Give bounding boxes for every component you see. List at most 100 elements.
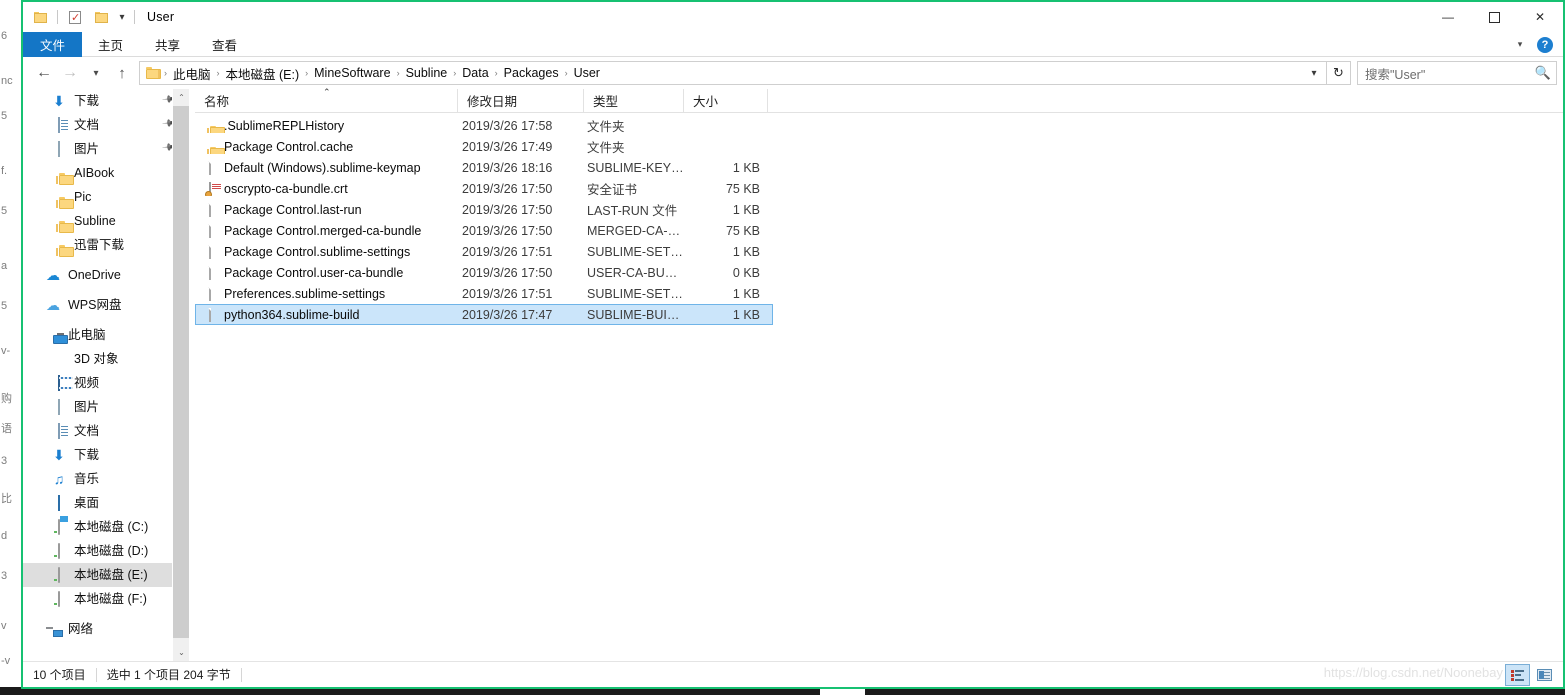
tab-view[interactable]: 查看 [196, 32, 253, 57]
tab-home[interactable]: 主页 [82, 32, 139, 57]
table-row[interactable]: Package Control.last-run 2019/3/26 17:50 L… [195, 199, 773, 220]
scroll-down-icon[interactable]: ⌄ [173, 644, 189, 661]
chevron-down-icon[interactable]: ▾ [1304, 68, 1324, 79]
new-folder-icon[interactable] [88, 5, 114, 29]
file-type-cell: SUBLIME-KEYM... [587, 160, 686, 175]
sidebar-item-2[interactable]: 图片 📌 [23, 137, 189, 161]
table-row[interactable]: Package Control.cache 2019/3/26 17:49 文件夹 [195, 136, 773, 157]
sidebar-item-13[interactable]: 文档 [23, 419, 189, 443]
sidebar-item-9[interactable]: 此电脑 [23, 323, 189, 347]
sidebar-item-10[interactable]: 3D 对象 [23, 347, 189, 371]
sidebar-item-4[interactable]: Pic [23, 185, 189, 209]
tab-file[interactable]: 文件 [23, 32, 83, 57]
sidebar-item-label: OneDrive [68, 267, 121, 282]
breadcrumb-separator[interactable]: › [303, 68, 310, 78]
sidebar-item-20[interactable]: 本地磁盘 (F:) [23, 587, 189, 611]
maximize-button[interactable] [1471, 2, 1517, 32]
sidebar-item-label: 文档 [74, 117, 100, 132]
breadcrumb-separator: › [164, 68, 167, 78]
background-text-fragment: a [1, 260, 8, 272]
sidebar-item-12[interactable]: 图片 [23, 395, 189, 419]
sidebar-item-18[interactable]: 本地磁盘 (D:) [23, 539, 189, 563]
breadcrumb-item-minesoftware[interactable]: MineSoftware [310, 63, 394, 83]
search-box[interactable]: 搜索"User" 🔍 [1357, 61, 1557, 85]
breadcrumb-item-drive-e[interactable]: 本地磁盘 (E:) [222, 63, 304, 83]
sidebar-item-14[interactable]: ⬇ 下载 [23, 443, 189, 467]
recent-locations-button[interactable]: ▾ [83, 61, 109, 85]
scroll-up-icon[interactable]: ⌃ [173, 89, 189, 106]
breadcrumb-item-user[interactable]: User [570, 63, 604, 83]
sidebar-item-1[interactable]: 文档 📌 [23, 113, 189, 137]
table-row[interactable]: Package Control.merged-ca-bundle 2019/3/2… [195, 220, 773, 241]
help-icon[interactable]: ? [1537, 36, 1553, 53]
sidebar-item-17[interactable]: 本地磁盘 (C:) [23, 515, 189, 539]
background-text-fragment: v [1, 620, 7, 632]
sidebar-item-21[interactable]: 网络 [23, 617, 189, 641]
drive-icon [54, 543, 60, 559]
music-icon: ♫ [49, 470, 69, 488]
onedrive-icon: ☁ [46, 266, 60, 283]
breadcrumb-separator[interactable]: › [563, 68, 570, 78]
sidebar-item-16[interactable]: 桌面 [23, 491, 189, 515]
sidebar-item-6[interactable]: 迅雷下载 [23, 233, 189, 257]
file-type-cell: SUBLIME-SETTI... [587, 244, 686, 259]
breadcrumb-separator[interactable]: › [493, 68, 500, 78]
ribbon-right-controls: ▾ ? [1511, 32, 1559, 57]
column-header-date[interactable]: 修改日期 [458, 89, 584, 112]
table-row[interactable]: oscrypto-ca-bundle.crt 2019/3/26 17:50 安全证… [195, 178, 773, 199]
details-view-button[interactable] [1505, 664, 1530, 686]
forward-button[interactable]: → [57, 61, 83, 85]
up-button[interactable]: ↑ [109, 61, 135, 85]
table-row[interactable]: python364.sublime-build 2019/3/26 17:47 SU… [195, 304, 773, 325]
refresh-button[interactable]: ↻ [1327, 61, 1351, 85]
chevron-down-icon[interactable]: ▾ [1511, 39, 1529, 50]
sidebar-item-19[interactable]: 本地磁盘 (E:) [23, 563, 189, 587]
search-icon[interactable]: 🔍 [1534, 65, 1552, 81]
navigation-scrollbar[interactable]: ⌃ ⌄ [172, 89, 189, 661]
column-header-type[interactable]: 类型 [584, 89, 684, 112]
sidebar-item-0[interactable]: ⬇ 下载 📌 [23, 89, 189, 113]
file-icon [200, 265, 219, 280]
scrollbar-thumb[interactable] [173, 106, 189, 638]
column-header-name[interactable]: 名称 [195, 89, 458, 112]
sidebar-item-3[interactable]: AIBook [23, 161, 189, 185]
breadcrumb-bar[interactable]: › 此电脑 › 本地磁盘 (E:) › MineSoftware › Subli… [139, 61, 1327, 85]
table-row[interactable]: Package Control.sublime-settings 2019/3/2… [195, 241, 773, 262]
back-button[interactable]: ← [31, 61, 57, 85]
breadcrumb-item-data[interactable]: Data [458, 63, 492, 83]
divider [57, 10, 58, 24]
view-mode-buttons [1505, 662, 1557, 688]
chevron-down-icon[interactable]: ▾ [114, 5, 130, 29]
close-button[interactable]: ✕ [1517, 2, 1563, 32]
tab-share[interactable]: 共享 [139, 32, 196, 57]
breadcrumb-separator[interactable]: › [395, 68, 402, 78]
sidebar-item-15[interactable]: ♫ 音乐 [23, 467, 189, 491]
properties-icon[interactable]: ✓ [62, 5, 88, 29]
minimize-button[interactable]: — [1425, 2, 1471, 32]
sidebar-item-5[interactable]: Subline [23, 209, 189, 233]
folder-icon[interactable] [27, 5, 53, 29]
table-row[interactable]: Package Control.user-ca-bundle 2019/3/26 … [195, 262, 773, 283]
background-text-fragment: d [1, 530, 8, 542]
breadcrumb-item-packages[interactable]: Packages [500, 63, 563, 83]
sidebar-item-11[interactable]: 视频 [23, 371, 189, 395]
breadcrumb-separator[interactable]: › [215, 68, 222, 78]
column-header-size[interactable]: 大小 [684, 89, 768, 112]
breadcrumb-separator[interactable]: › [451, 68, 458, 78]
table-row[interactable]: Preferences.sublime-settings 2019/3/26 17… [195, 283, 773, 304]
large-icons-view-button[interactable] [1532, 664, 1557, 686]
file-date-cell: 2019/3/26 17:51 [462, 286, 553, 301]
system-drive-icon [49, 516, 69, 536]
file-name-cell: Package Control.last-run [196, 202, 458, 217]
breadcrumb-item-this-pc[interactable]: 此电脑 [169, 63, 215, 83]
table-row[interactable]: .SublimeREPLHistory 2019/3/26 17:58 文件夹 [195, 115, 773, 136]
sidebar-item-8[interactable]: ☁ WPS网盘 [23, 293, 189, 317]
sidebar-item-label: 网络 [68, 621, 94, 636]
navigation-pane: ⬇ 下载 📌 文档 📌 图片 📌 AIBook Pic Subline 迅雷下载 ☁ OneDrive ☁… [23, 89, 189, 661]
table-row[interactable]: Default (Windows).sublime-keymap 2019/3/2… [195, 157, 773, 178]
breadcrumb-item-subline[interactable]: Subline [402, 63, 452, 83]
file-date-cell: 2019/3/26 18:16 [462, 160, 553, 175]
sidebar-item-7[interactable]: ☁ OneDrive [23, 263, 189, 287]
search-input[interactable]: 搜索"User" [1365, 64, 1534, 83]
sidebar-item-label: 视频 [74, 375, 100, 390]
